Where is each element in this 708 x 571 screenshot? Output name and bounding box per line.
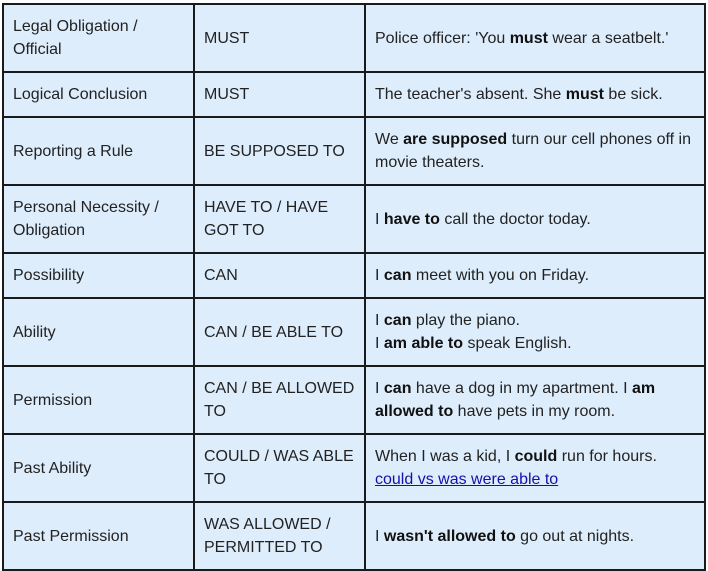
example-text: call the doctor today.	[439, 210, 591, 228]
example-text: go out at nights.	[515, 527, 635, 545]
example-line: I can play the piano.	[375, 309, 695, 332]
example-cell: I can have a dog in my apartment. I am a…	[364, 365, 706, 435]
modal-highlight: have to	[383, 210, 440, 228]
modal-cell: MUST	[193, 3, 366, 73]
modal-highlight: could	[514, 448, 558, 465]
example-text: The teacher's absent. She	[375, 86, 566, 103]
example-text: be sick.	[603, 86, 663, 103]
example-cell: I wasn't allowed to go out at nights.	[364, 501, 706, 571]
example-text: have a dog in my apartment. I	[411, 380, 633, 397]
modal-verbs-table: Legal Obligation / Official MUST Police …	[2, 3, 706, 571]
table-row: Legal Obligation / Official MUST Police …	[2, 3, 706, 73]
modal-highlight: must	[509, 29, 548, 47]
modal-cell: MUST	[193, 71, 366, 118]
example-text: speak English.	[463, 335, 572, 352]
example-cell: We are supposed turn our cell phones off…	[364, 116, 706, 186]
table-row: Permission CAN / BE ALLOWED TO I can hav…	[2, 365, 706, 435]
modal-highlight: must	[565, 86, 604, 103]
example-text: have pets in my room.	[453, 403, 616, 420]
use-cell: Personal Necessity / Obligation	[2, 184, 195, 254]
example-text: meet with you on Friday.	[411, 267, 590, 284]
modal-highlight: am able to	[383, 335, 464, 352]
table-row: Past Ability COULD / WAS ABLE TO When I …	[2, 433, 706, 503]
modal-cell: COULD / WAS ABLE TO	[193, 433, 366, 503]
example-text: play the piano.	[411, 312, 520, 329]
use-cell: Permission	[2, 365, 195, 435]
example-cell: I can meet with you on Friday.	[364, 252, 706, 299]
modal-cell: CAN / BE ALLOWED TO	[193, 365, 366, 435]
example-text: run for hours.	[557, 448, 657, 465]
modal-highlight: can	[383, 267, 412, 284]
example-text: wear a seatbelt.'	[547, 29, 669, 47]
modal-highlight: are supposed	[403, 131, 508, 148]
example-text: When I was a kid, I	[375, 448, 515, 465]
example-cell: When I was a kid, I could run for hours.…	[364, 433, 706, 503]
example-text: I	[375, 267, 384, 284]
example-text: I	[375, 380, 384, 397]
table-row: Possibility CAN I can meet with you on F…	[2, 252, 706, 299]
table-row: Past Permission WAS ALLOWED / PERMITTED …	[2, 501, 706, 571]
example-text: I	[375, 335, 384, 352]
example-cell: The teacher's absent. She must be sick.	[364, 71, 706, 118]
example-text: We	[375, 131, 404, 148]
use-cell: Possibility	[2, 252, 195, 299]
example-line: We are supposed turn our cell phones off…	[375, 128, 695, 174]
example-line: Police officer: 'You must wear a seatbel…	[375, 27, 695, 50]
example-text: I	[375, 312, 384, 329]
example-line: The teacher's absent. She must be sick.	[375, 83, 695, 106]
use-cell: Past Ability	[2, 433, 195, 503]
example-line: I have to call the doctor today.	[375, 208, 695, 231]
example-line: I am able to speak English.	[375, 332, 695, 355]
example-line: I can meet with you on Friday.	[375, 264, 695, 287]
example-text: I	[375, 210, 384, 228]
modal-cell: CAN	[193, 252, 366, 299]
example-line: When I was a kid, I could run for hours.	[375, 445, 695, 468]
modal-cell: HAVE TO / HAVE GOT TO	[193, 184, 366, 254]
table-row: Personal Necessity / Obligation HAVE TO …	[2, 184, 706, 254]
example-text: Police officer: 'You	[375, 29, 510, 47]
use-cell: Legal Obligation / Official	[2, 3, 195, 73]
example-cell: Police officer: 'You must wear a seatbel…	[364, 3, 706, 73]
use-cell: Logical Conclusion	[2, 71, 195, 118]
modal-cell: WAS ALLOWED / PERMITTED TO	[193, 501, 366, 571]
example-line: I wasn't allowed to go out at nights.	[375, 525, 695, 548]
table-row: Reporting a Rule BE SUPPOSED TO We are s…	[2, 116, 706, 186]
table-row: Logical Conclusion MUST The teacher's ab…	[2, 71, 706, 118]
use-cell: Past Permission	[2, 501, 195, 571]
modal-highlight: can	[383, 380, 412, 397]
use-cell: Ability	[2, 297, 195, 367]
example-line: I can have a dog in my apartment. I am a…	[375, 377, 695, 423]
example-line: could vs was were able to	[375, 468, 695, 491]
modal-highlight: can	[383, 312, 412, 329]
modal-cell: BE SUPPOSED TO	[193, 116, 366, 186]
modal-highlight: wasn't allowed to	[383, 527, 516, 545]
example-text: I	[375, 527, 384, 545]
use-cell: Reporting a Rule	[2, 116, 195, 186]
example-cell: I can play the piano. I am able to speak …	[364, 297, 706, 367]
modal-cell: CAN / BE ABLE TO	[193, 297, 366, 367]
comparison-link[interactable]: could vs was were able to	[375, 471, 558, 488]
example-cell: I have to call the doctor today.	[364, 184, 706, 254]
table-row: Ability CAN / BE ABLE TO I can play the …	[2, 297, 706, 367]
